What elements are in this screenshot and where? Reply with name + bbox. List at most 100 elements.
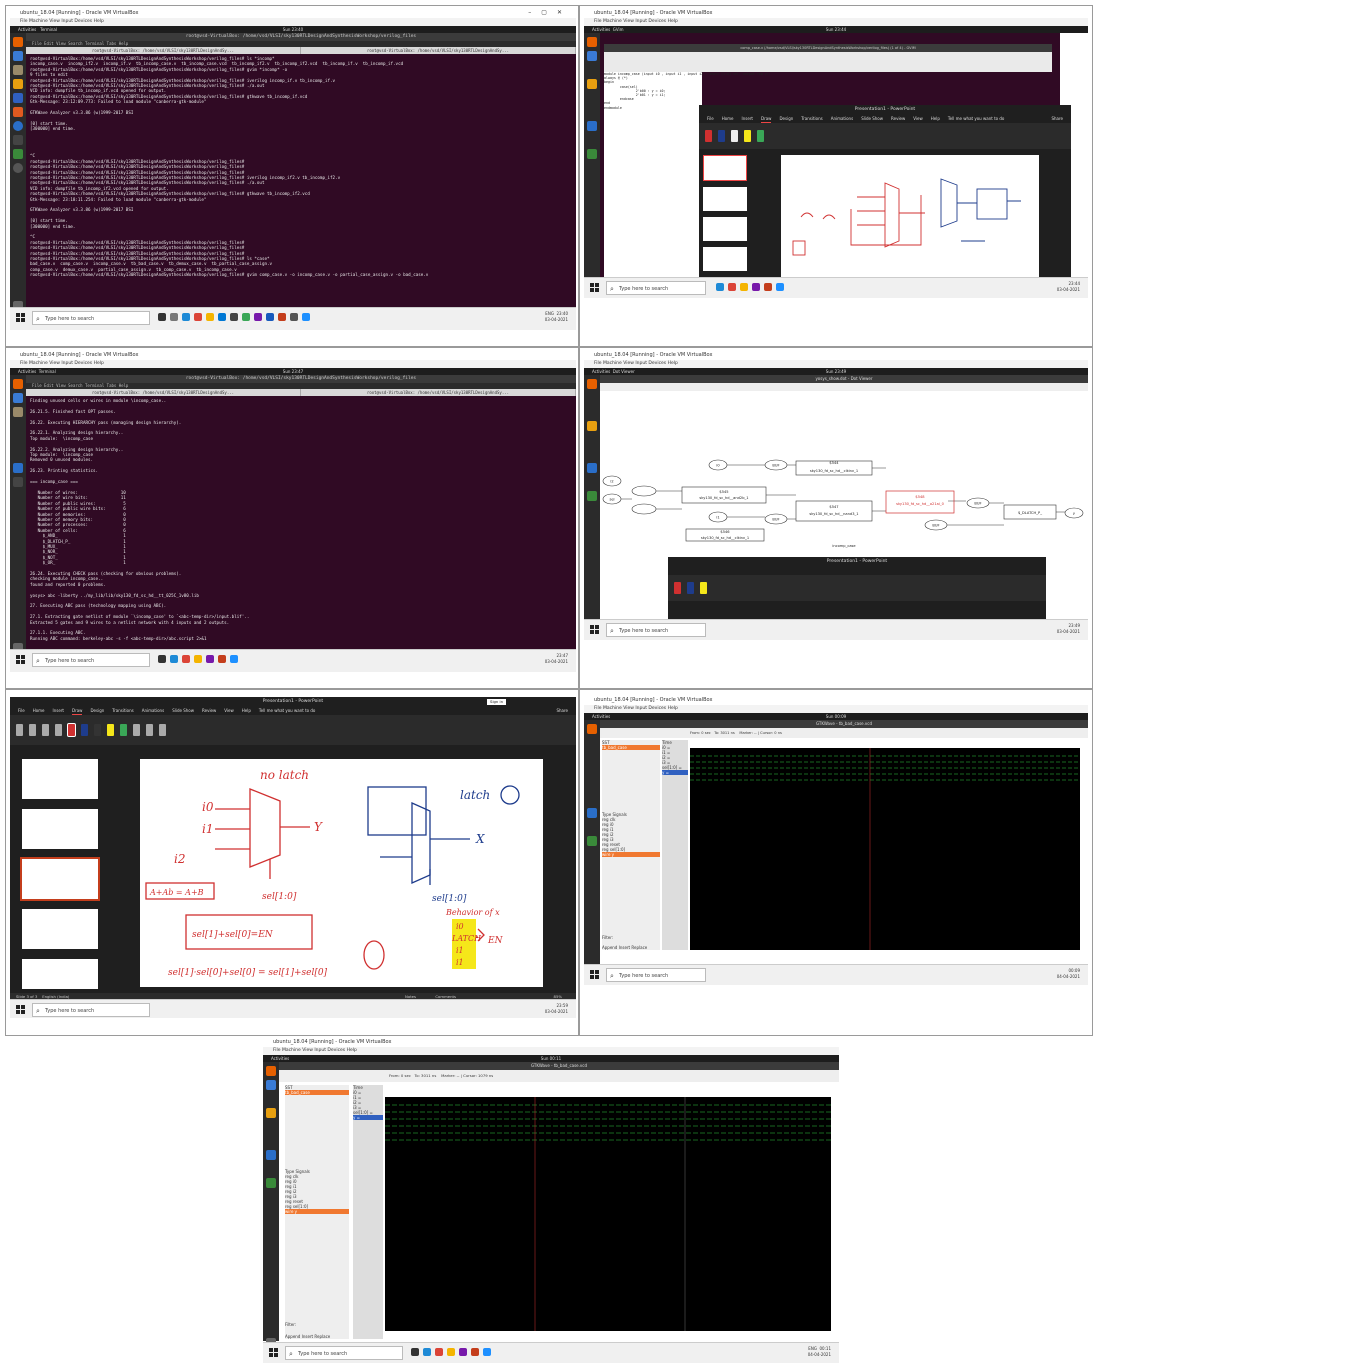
app-menu[interactable]: GVim — [613, 27, 624, 32]
black-pen-icon[interactable] — [94, 724, 101, 736]
filter-input[interactable]: Filter: — [285, 1322, 296, 1327]
gtkwave-toolbar[interactable]: From: 0 sec To: 3011 ns Marker: -- | Cur… — [600, 728, 1088, 738]
terminal-window[interactable]: root@vsd-VirtualBox: /home/vsd/VLSI/sky1… — [26, 375, 576, 650]
replace-button[interactable]: Replace — [314, 1334, 330, 1339]
ppt-thumbnails[interactable] — [20, 759, 100, 991]
sst-tree-item[interactable]: tb_bad_case — [602, 745, 660, 750]
word-icon[interactable] — [266, 313, 274, 321]
tell-me-search[interactable]: Tell me what you want to do — [259, 707, 315, 715]
thunderbird-icon[interactable] — [13, 393, 23, 403]
red-pen-icon[interactable] — [67, 723, 76, 737]
chrome-icon[interactable] — [435, 1348, 443, 1356]
explorer-icon[interactable] — [194, 655, 202, 663]
virtualbox-icon[interactable] — [483, 1348, 491, 1356]
to-field[interactable]: 3011 ns — [421, 1073, 436, 1078]
firefox-icon[interactable] — [587, 724, 597, 734]
highlighter-icon[interactable] — [700, 582, 707, 594]
gtkwave-waveform-pane[interactable] — [690, 748, 1080, 950]
ppt-tab-slide-show[interactable]: Slide Show — [172, 707, 194, 715]
terminal-window[interactable]: root@vsd-VirtualBox: /home/vsd/VLSI/sky1… — [26, 33, 576, 308]
app-menu[interactable]: Terminal — [39, 369, 56, 374]
chrome-icon[interactable] — [728, 283, 736, 291]
slide-thumb-4[interactable] — [22, 909, 98, 949]
thunderbird-icon[interactable] — [13, 51, 23, 61]
system-tray[interactable]: 23:47 03-04-2021 — [545, 653, 568, 665]
ppt-tab-home[interactable]: Home — [722, 115, 734, 123]
signal-row[interactable]: wire y — [285, 1209, 349, 1214]
terminal-tab-1[interactable]: root@vsd-VirtualBox: /home/vsd/VLSI/sky1… — [26, 47, 301, 54]
explorer-icon[interactable] — [740, 283, 748, 291]
help-icon[interactable] — [587, 463, 597, 473]
black-pen-icon[interactable] — [731, 130, 738, 142]
activities-button[interactable]: Activities — [18, 369, 36, 374]
ppt-tab-view[interactable]: View — [913, 115, 923, 123]
rhythmbox-icon[interactable] — [587, 421, 597, 431]
ppt-tab-file[interactable]: File — [707, 115, 714, 123]
vbox-menu-bar[interactable]: File Machine View Input Devices Help — [584, 18, 1088, 26]
gvim-icon[interactable] — [587, 149, 597, 159]
system-tray[interactable]: ENG 23:40 03-04-2021 — [545, 311, 568, 323]
terminal-tab-2[interactable]: root@vsd-VirtualBox: /home/vsd/VLSI/sky1… — [301, 47, 576, 54]
ruler-icon[interactable] — [133, 724, 140, 736]
app-menu[interactable]: Terminal — [40, 27, 57, 32]
blue-pen-icon[interactable] — [687, 582, 694, 594]
select-tool-icon[interactable] — [16, 724, 23, 736]
activities-button[interactable]: Activities — [271, 1056, 289, 1061]
edge-icon[interactable] — [423, 1348, 431, 1356]
vbox-menu-bar[interactable]: File Machine View Input Devices Help — [10, 18, 576, 26]
taskbar-search-input[interactable]: Type here to search — [32, 311, 150, 326]
ppt-tab-home[interactable]: Home — [33, 707, 45, 715]
store-icon[interactable] — [230, 313, 238, 321]
app-icon[interactable] — [242, 313, 250, 321]
insert-button[interactable]: Insert — [619, 945, 630, 950]
wave-name[interactable]: y = — [353, 1115, 383, 1120]
powerpoint-icon[interactable] — [218, 655, 226, 663]
dvd-icon[interactable] — [13, 163, 23, 173]
system-tray[interactable]: 23:44 03-04-2021 — [1057, 281, 1080, 293]
ppt-tab-design[interactable]: Design — [779, 115, 793, 123]
windows-start-icon[interactable] — [16, 313, 25, 322]
highlighter-icon[interactable] — [744, 130, 751, 142]
taskbar-search-input[interactable]: Type here to search — [32, 653, 150, 668]
append-button[interactable]: Append — [285, 1334, 300, 1339]
tell-me-search[interactable]: Tell me what you want to do — [948, 115, 1004, 123]
terminal-icon[interactable] — [13, 135, 23, 145]
lasso-select-icon[interactable] — [55, 724, 62, 736]
cortana-icon[interactable] — [158, 655, 166, 663]
taskbar-search-input[interactable]: Type here to search — [606, 281, 706, 296]
gvim-icon[interactable] — [587, 491, 597, 501]
ppt-tab-slide-show[interactable]: Slide Show — [861, 115, 883, 123]
help-icon[interactable] — [587, 808, 597, 818]
system-tray[interactable]: 23:49 03-04-2021 — [1057, 623, 1080, 635]
powerpoint-icon[interactable] — [471, 1348, 479, 1356]
append-button[interactable]: Append — [602, 945, 617, 950]
windows-start-icon[interactable] — [16, 1005, 25, 1014]
ppt-thumbnails[interactable] — [703, 155, 747, 277]
highlighter-icon[interactable] — [107, 724, 114, 736]
activities-button[interactable]: Activities — [592, 27, 610, 32]
firefox-icon[interactable] — [266, 1066, 276, 1076]
ppt-draw-ribbon[interactable] — [10, 715, 576, 745]
terminal-tab-1[interactable]: root@vsd-VirtualBox: /home/vsd/VLSI/sky1… — [26, 389, 301, 396]
gvim-icon[interactable] — [13, 149, 23, 159]
from-field[interactable]: 0 sec — [401, 1073, 411, 1078]
ppt-tab-transitions[interactable]: Transitions — [112, 707, 133, 715]
slide-thumb-4[interactable] — [703, 247, 747, 271]
firefox-icon[interactable] — [13, 379, 23, 389]
ppt-tab-file[interactable]: File — [18, 707, 25, 715]
help-icon[interactable] — [266, 1150, 276, 1160]
ppt-tab-review[interactable]: Review — [891, 115, 905, 123]
ppt-ribbon-tabs[interactable]: File Home Insert Draw Design Transitions Anima… — [10, 707, 576, 715]
terminal-tab-2[interactable]: root@vsd-VirtualBox: /home/vsd/VLSI/sky1… — [301, 389, 576, 396]
thunderbird-icon[interactable] — [587, 51, 597, 61]
chrome-icon[interactable] — [194, 313, 202, 321]
system-tray[interactable]: 23:59 03-04-2021 — [545, 1003, 568, 1015]
edge-icon[interactable] — [182, 313, 190, 321]
signal-row[interactable]: wire y — [602, 852, 660, 857]
help-icon[interactable] — [587, 121, 597, 131]
ppt-tab-help[interactable]: Help — [242, 707, 251, 715]
ppt-tab-insert[interactable]: Insert — [53, 707, 64, 715]
firefox-icon[interactable] — [13, 37, 23, 47]
ppt-tab-transitions[interactable]: Transitions — [801, 115, 822, 123]
sign-in-button[interactable]: Sign in — [487, 699, 506, 705]
